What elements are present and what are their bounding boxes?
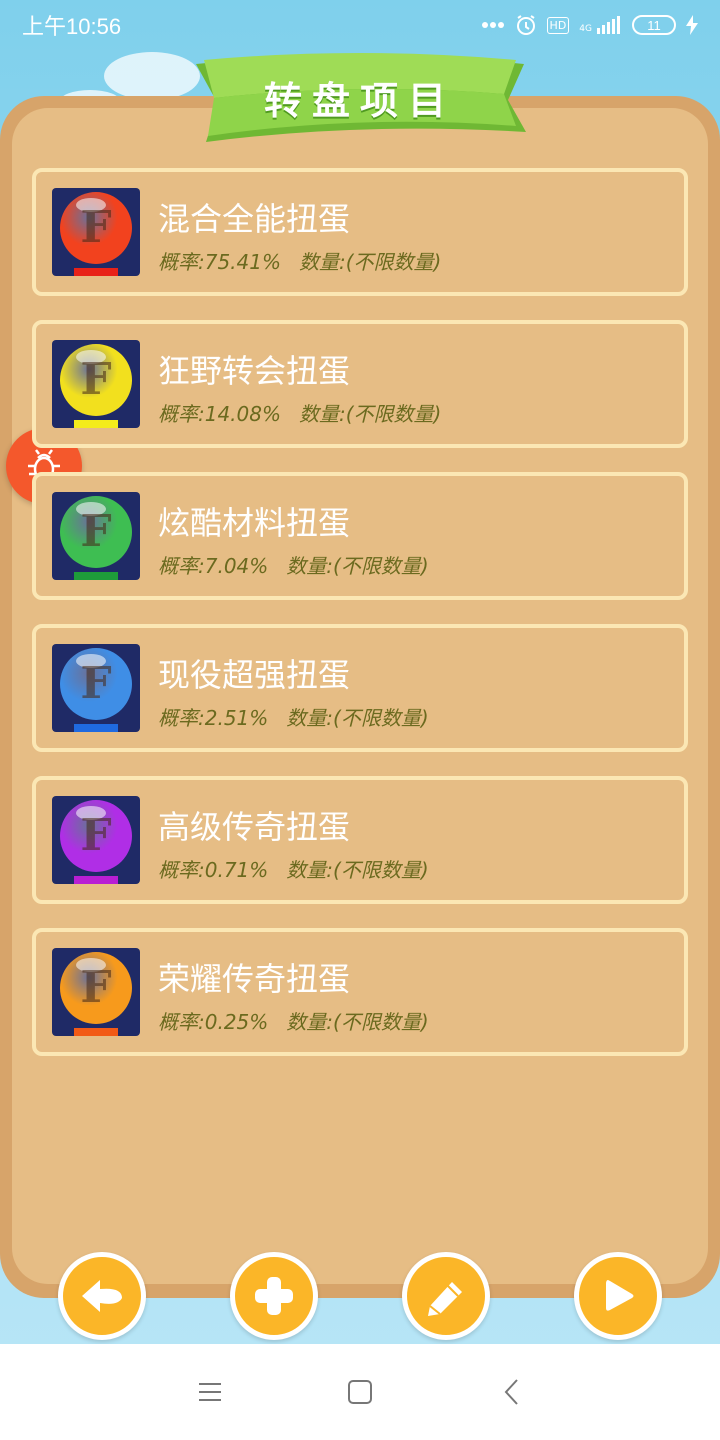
item-quantity: 数量:(不限数量) bbox=[286, 706, 429, 730]
item-probability: 概率:0.71% bbox=[158, 858, 269, 882]
signal-icon: 4G bbox=[579, 16, 622, 34]
item-name: 炫酷材料扭蛋 bbox=[158, 504, 351, 542]
cloud bbox=[104, 52, 200, 100]
system-nav-bar bbox=[0, 1344, 720, 1440]
item-quantity: 数量:(不限数量) bbox=[286, 554, 429, 578]
charging-icon bbox=[686, 15, 698, 35]
capsule-ball-icon: F bbox=[52, 948, 140, 1036]
item-probability: 概率:2.51% bbox=[158, 706, 269, 730]
item-card[interactable]: F 高级传奇扭蛋概率:0.71% 数量:(不限数量) bbox=[32, 776, 688, 904]
more-dots-icon bbox=[481, 21, 505, 29]
item-meta: 概率:0.71% 数量:(不限数量) bbox=[158, 854, 429, 883]
item-meta: 概率:14.08% 数量:(不限数量) bbox=[158, 398, 441, 427]
item-quantity: 数量:(不限数量) bbox=[299, 402, 442, 426]
menu-icon bbox=[199, 1383, 221, 1401]
edit-button[interactable] bbox=[402, 1252, 490, 1340]
item-name: 混合全能扭蛋 bbox=[158, 200, 351, 238]
capsule-ball-icon: F bbox=[52, 492, 140, 580]
status-time: 上午10:56 bbox=[22, 14, 122, 39]
item-name: 现役超强扭蛋 bbox=[158, 656, 351, 694]
capsule-letter-icon: F bbox=[80, 202, 112, 253]
back-button[interactable] bbox=[58, 1252, 146, 1340]
capsule-base bbox=[74, 572, 118, 580]
pencil-icon bbox=[428, 1282, 462, 1316]
item-card[interactable]: F 荣耀传奇扭蛋概率:0.25% 数量:(不限数量) bbox=[32, 928, 688, 1056]
item-meta: 概率:2.51% 数量:(不限数量) bbox=[158, 702, 429, 731]
capsule-ball-icon: F bbox=[52, 796, 140, 884]
nav-home-button[interactable] bbox=[340, 1374, 380, 1410]
plus-icon bbox=[255, 1277, 293, 1315]
chevron-left-icon bbox=[504, 1379, 518, 1405]
capsule-base bbox=[74, 724, 118, 732]
item-quantity: 数量:(不限数量) bbox=[286, 1010, 429, 1034]
item-quantity: 数量:(不限数量) bbox=[286, 858, 429, 882]
hd-icon: HD bbox=[546, 16, 570, 34]
item-card[interactable]: F 炫酷材料扭蛋概率:7.04% 数量:(不限数量) bbox=[32, 472, 688, 600]
home-square-icon bbox=[348, 1380, 372, 1404]
play-button[interactable] bbox=[574, 1252, 662, 1340]
nav-back-button[interactable] bbox=[492, 1374, 532, 1410]
capsule-base bbox=[74, 876, 118, 884]
item-name: 高级传奇扭蛋 bbox=[158, 808, 351, 846]
capsule-base bbox=[74, 268, 118, 276]
capsule-ball-icon: F bbox=[52, 188, 140, 276]
item-name: 荣耀传奇扭蛋 bbox=[158, 960, 351, 998]
item-name: 狂野转会扭蛋 bbox=[158, 352, 351, 390]
page-title: 转盘项目 bbox=[263, 79, 456, 123]
add-button[interactable] bbox=[230, 1252, 318, 1340]
item-probability: 概率:14.08% bbox=[158, 402, 281, 426]
item-meta: 概率:0.25% 数量:(不限数量) bbox=[158, 1006, 429, 1035]
status-icons: HD 4G 11 bbox=[481, 14, 698, 36]
capsule-letter-icon: F bbox=[80, 354, 112, 405]
item-card[interactable]: F 混合全能扭蛋概率:75.41% 数量:(不限数量) bbox=[32, 168, 688, 296]
nav-menu-button[interactable] bbox=[190, 1374, 230, 1410]
title-ribbon: 转盘项目 bbox=[188, 52, 532, 144]
capsule-ball-icon: F bbox=[52, 340, 140, 428]
item-quantity: 数量:(不限数量) bbox=[299, 250, 442, 274]
item-probability: 概率:7.04% bbox=[158, 554, 269, 578]
capsule-base bbox=[74, 1028, 118, 1036]
capsule-letter-icon: F bbox=[80, 506, 112, 557]
capsule-base bbox=[74, 420, 118, 428]
item-probability: 概率:0.25% bbox=[158, 1010, 269, 1034]
capsule-letter-icon: F bbox=[80, 658, 112, 709]
item-meta: 概率:75.41% 数量:(不限数量) bbox=[158, 246, 441, 275]
alarm-icon bbox=[515, 14, 537, 36]
back-arrow-icon bbox=[82, 1280, 122, 1312]
capsule-ball-icon: F bbox=[52, 644, 140, 732]
item-probability: 概率:75.41% bbox=[158, 250, 281, 274]
battery-icon: 11 bbox=[632, 15, 676, 35]
capsule-letter-icon: F bbox=[80, 962, 112, 1013]
capsule-letter-icon: F bbox=[80, 810, 112, 861]
play-icon bbox=[606, 1280, 634, 1311]
status-bar: 上午10:56 HD 4G 11 bbox=[0, 0, 720, 50]
item-meta: 概率:7.04% 数量:(不限数量) bbox=[158, 550, 429, 579]
item-card[interactable]: F 现役超强扭蛋概率:2.51% 数量:(不限数量) bbox=[32, 624, 688, 752]
item-card[interactable]: F 狂野转会扭蛋概率:14.08% 数量:(不限数量) bbox=[32, 320, 688, 448]
